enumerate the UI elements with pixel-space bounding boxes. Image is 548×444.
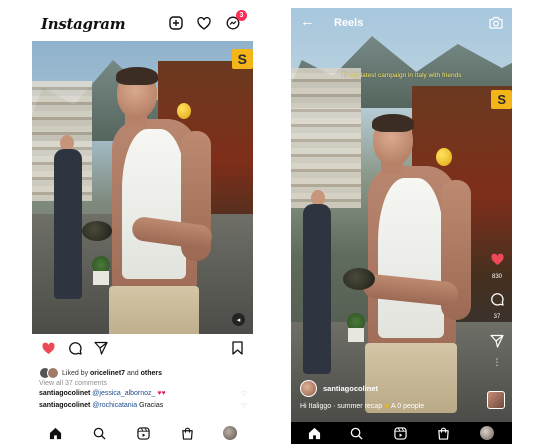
comment-icon[interactable] [489,292,505,306]
comment-count: 37 [493,314,501,320]
profile-avatar[interactable] [479,425,495,441]
man-figure [343,108,503,418]
comment-like-icon[interactable]: ♡ [241,390,247,398]
chevron-down-icon[interactable]: ⌄ [114,17,122,28]
reels-top-bar: ← Reels [291,8,512,38]
shop-icon[interactable] [179,425,195,441]
shop-icon[interactable] [435,425,451,441]
like-icon[interactable] [489,252,505,266]
comment-hearts: ♥♥ [157,390,166,397]
reels-screen: S ← Reels To my latest campaign in Italy… [291,8,512,444]
man-figure [82,61,237,334]
shop-sign: S [491,90,512,109]
reel-author[interactable]: santiagocolinet [300,380,378,397]
home-icon[interactable] [47,425,63,441]
comment-user[interactable]: santiagocolinet [39,402,90,409]
comment-row: santiagocolinet @jessica_albornoz_ ♥♥ [39,390,166,397]
comment-icon[interactable] [67,340,83,356]
share-icon[interactable] [489,334,505,348]
overlay-text: To my latest campaign in Italy with frie… [341,72,462,79]
username[interactable]: santiagocolinet [323,384,378,393]
save-icon[interactable] [229,340,245,356]
reel-video[interactable]: S [291,8,512,422]
bottom-nav [32,422,253,444]
liked-by-row[interactable]: Liked by oricelinet7 and others [39,367,162,379]
top-bar: Instagram ⌄ 3 [32,8,253,41]
audio-thumbnail[interactable] [487,391,505,409]
tagged-people[interactable]: A 0 people [391,403,424,410]
avatar[interactable] [300,380,317,397]
search-icon[interactable] [348,425,364,441]
liked-user[interactable]: oricelinet7 [90,370,125,377]
bottom-nav [291,422,512,444]
profile-avatar[interactable] [222,425,238,441]
camera-icon[interactable] [488,14,504,30]
home-icon[interactable] [306,425,322,441]
like-icon[interactable] [40,340,56,356]
comment-user[interactable]: santiagocolinet [39,390,90,397]
search-icon[interactable] [91,425,107,441]
mute-icon[interactable]: ◂ [232,313,245,326]
reels-icon[interactable] [135,425,151,441]
comment-row: santiagocolinet @rochicatania Gracias [39,402,163,409]
back-arrow-icon[interactable]: ← [300,13,315,30]
share-icon[interactable] [93,340,109,356]
view-comments-link[interactable]: View all 37 comments [39,380,107,387]
reel-caption[interactable]: Hi Italiggo · summer recap ◆ A 0 people [300,402,424,410]
more-icon[interactable]: ⋮ [489,358,505,367]
page-title: Reels [334,17,364,29]
heart-icon[interactable] [196,15,212,31]
like-count: 830 [491,274,502,280]
comment-like-icon[interactable]: ♡ [241,402,247,410]
post-image[interactable]: S ◂ [32,41,253,334]
comment-mention[interactable]: @rochicatania [92,402,137,409]
instagram-feed-screen: Instagram ⌄ 3 S ◂ Liked by oricelinet7 a… [32,8,253,444]
app-logo[interactable]: Instagram [41,15,126,33]
add-post-icon[interactable] [168,15,184,31]
avatar [47,367,59,379]
notification-badge: 3 [236,10,247,21]
reels-icon[interactable] [392,425,408,441]
comment-mention[interactable]: @jessica_albornoz_ [92,390,155,397]
tag-icon: ◆ [384,403,390,410]
comment-text: Gracias [139,402,164,409]
liked-others[interactable]: others [141,370,162,377]
